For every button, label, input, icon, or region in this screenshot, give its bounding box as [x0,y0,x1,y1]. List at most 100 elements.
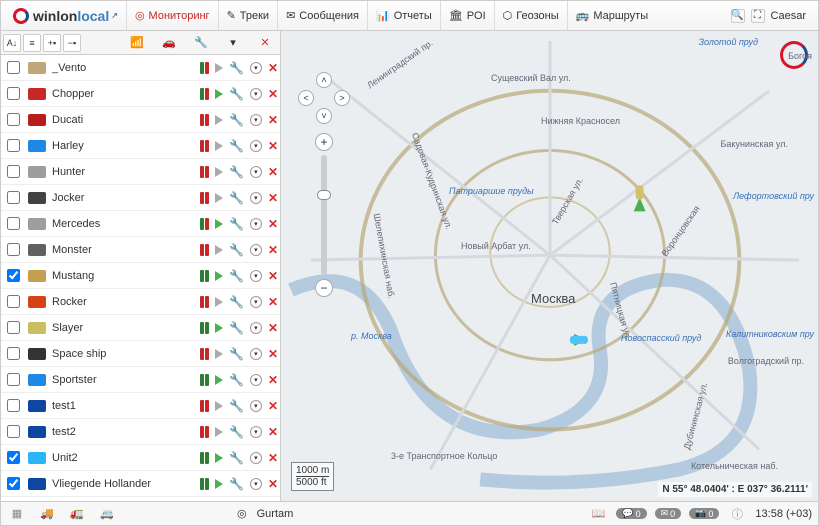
unit-row[interactable]: Chopper🔧▾✕ [1,81,280,107]
settings-icon[interactable]: 🔧 [229,295,244,309]
dropdown-button[interactable]: ▾ [250,478,262,490]
settings-icon[interactable]: 🔧 [229,191,244,205]
company-link[interactable]: Gurtam [257,508,294,520]
unit-row[interactable]: Unit2🔧▾✕ [1,445,280,471]
dropdown-button[interactable]: ▾ [250,166,262,178]
settings-icon[interactable]: 🔧 [229,165,244,179]
dropdown-button[interactable]: ▾ [250,244,262,256]
list-view-button[interactable]: ≡ [23,34,41,52]
track-play-button[interactable] [215,375,223,385]
dropdown-button[interactable]: ▾ [250,322,262,334]
pan-right-button[interactable]: ˃ [334,90,350,106]
settings-icon[interactable]: 🔧 [229,139,244,153]
tab-poi[interactable]: 🏛POI [440,1,494,30]
settings-icon[interactable]: 🔧 [229,347,244,361]
delete-button[interactable]: ✕ [268,243,278,257]
unit-row[interactable]: Mercedes🔧▾✕ [1,211,280,237]
zoom-slider-thumb[interactable] [317,190,331,200]
delete-button[interactable]: ✕ [268,87,278,101]
unit-row[interactable]: Mustang🔧▾✕ [1,263,280,289]
delete-button[interactable]: ✕ [268,425,278,439]
unit-row[interactable]: Rocker🔧▾✕ [1,289,280,315]
col-delete-icon[interactable]: ✕ [258,36,272,49]
unit-row[interactable]: _Vento🔧▾✕ [1,55,280,81]
track-play-button[interactable] [215,427,223,437]
track-play-button[interactable] [215,271,223,281]
track-play-button[interactable] [215,115,223,125]
track-play-button[interactable] [215,401,223,411]
track-play-button[interactable] [215,219,223,229]
unit-row[interactable]: Ducati🔧▾✕ [1,107,280,133]
pan-up-button[interactable]: ˄ [316,72,332,88]
sort-az-button[interactable]: A↓ [3,34,21,52]
user-name[interactable]: Caesar [771,10,806,22]
delete-button[interactable]: ✕ [268,165,278,179]
tab-отчеты[interactable]: 📊Отчеты [367,1,440,30]
track-play-button[interactable] [215,89,223,99]
delete-button[interactable]: ✕ [268,477,278,491]
delete-button[interactable]: ✕ [268,451,278,465]
delete-button[interactable]: ✕ [268,191,278,205]
track-play-button[interactable] [215,297,223,307]
unit-checkbox[interactable] [7,269,20,282]
delete-button[interactable]: ✕ [268,269,278,283]
book-icon[interactable]: 📖 [588,506,608,522]
zoom-slider-track[interactable] [321,155,327,275]
unit-checkbox[interactable] [7,347,20,360]
layers-icon[interactable]: ▦ [7,506,27,522]
dropdown-button[interactable]: ▾ [250,452,262,464]
unit-checkbox[interactable] [7,321,20,334]
vehicle2-icon[interactable]: 🚛 [67,506,87,522]
dropdown-button[interactable]: ▾ [250,348,262,360]
unit-row[interactable]: test1🔧▾✕ [1,393,280,419]
unit-checkbox[interactable] [7,139,20,152]
settings-icon[interactable]: 🔧 [229,269,244,283]
track-play-button[interactable] [215,453,223,463]
tab-геозоны[interactable]: ⬡Геозоны [494,1,567,30]
dropdown-button[interactable]: ▾ [250,192,262,204]
unit-checkbox[interactable] [7,217,20,230]
settings-icon[interactable]: 🔧 [229,399,244,413]
dropdown-button[interactable]: ▾ [250,218,262,230]
unit-checkbox[interactable] [7,425,20,438]
unit-row[interactable]: Sportster🔧▾✕ [1,367,280,393]
dropdown-button[interactable]: ▾ [250,400,262,412]
tab-маршруты[interactable]: 🚌Маршруты [567,1,657,30]
pan-left-button[interactable]: ˂ [298,90,314,106]
dropdown-button[interactable]: ▾ [250,114,262,126]
settings-icon[interactable]: 🔧 [229,87,244,101]
unit-checkbox[interactable] [7,373,20,386]
unit-checkbox[interactable] [7,477,20,490]
tab-сообщения[interactable]: ✉Сообщения [277,1,367,30]
col-signal-icon[interactable]: 📶 [130,36,144,49]
unit-checkbox[interactable] [7,451,20,464]
delete-button[interactable]: ✕ [268,113,278,127]
vehicle3-icon[interactable]: 🚐 [97,506,117,522]
settings-icon[interactable]: 🔧 [229,373,244,387]
unit-checkbox[interactable] [7,87,20,100]
unit-row[interactable]: Slayer🔧▾✕ [1,315,280,341]
unit-checkbox[interactable] [7,295,20,308]
tab-мониторинг[interactable]: ◎Мониторинг [126,1,218,30]
unit-checkbox[interactable] [7,113,20,126]
delete-button[interactable]: ✕ [268,295,278,309]
vehicle1-icon[interactable]: 🚚 [37,506,57,522]
settings-icon[interactable]: 🔧 [229,243,244,257]
settings-icon[interactable]: 🔧 [229,425,244,439]
search-icon[interactable]: 🔍 [731,9,745,23]
settings-icon[interactable]: 🔧 [229,113,244,127]
unit-checkbox[interactable] [7,243,20,256]
settings-icon[interactable]: 🔧 [229,321,244,335]
settings-icon[interactable]: 🔧 [229,61,244,75]
tab-треки[interactable]: ✎Треки [218,1,278,30]
delete-button[interactable]: ✕ [268,321,278,335]
unit-row[interactable]: Jocker🔧▾✕ [1,185,280,211]
settings-icon[interactable]: 🔧 [229,451,244,465]
unit-checkbox[interactable] [7,399,20,412]
track-play-button[interactable] [215,141,223,151]
settings-icon[interactable]: 🔧 [229,217,244,231]
add-button[interactable]: +▪ [43,34,61,52]
col-motion-icon[interactable]: 🚗 [162,36,176,49]
delete-button[interactable]: ✕ [268,373,278,387]
fullscreen-icon[interactable]: ⛶ [751,9,765,23]
